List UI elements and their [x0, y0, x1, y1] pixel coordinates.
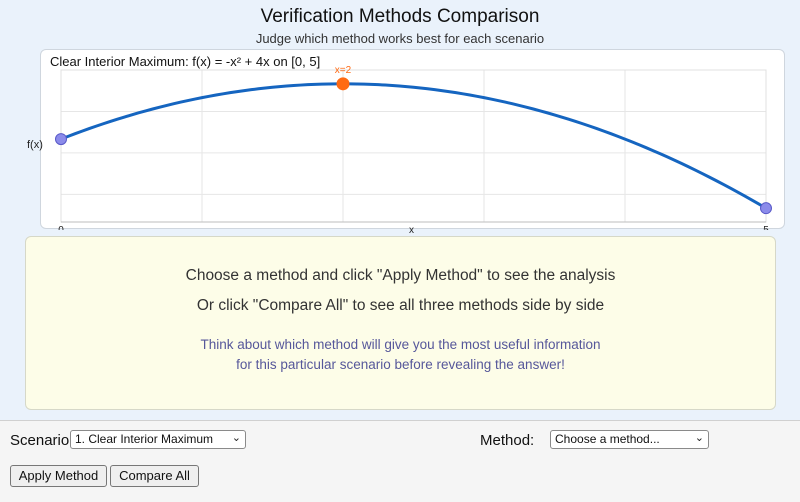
scenario-select[interactable]: 1. Clear Interior Maximum ⌄: [70, 430, 246, 449]
chevron-down-icon: ⌄: [694, 432, 704, 444]
endpoint-marker-1: [760, 202, 772, 215]
chart-grid: [61, 70, 766, 222]
hint-line-1: Think about which method will give you t…: [200, 337, 601, 352]
chevron-down-icon: ⌄: [231, 432, 241, 444]
x-tick-label-0: 0: [58, 225, 64, 230]
scenario-select-value: 1. Clear Interior Maximum: [75, 432, 214, 446]
controls-bar: Scenario 1. Clear Interior Maximum ⌄ Met…: [0, 420, 800, 502]
analysis-panel: Choose a method and click "Apply Method"…: [25, 236, 776, 410]
compare-all-button[interactable]: Compare All: [110, 465, 199, 487]
main-panel: Verification Methods Comparison Judge wh…: [0, 0, 800, 420]
chart-title: Clear Interior Maximum: f(x) = -x² + 4x …: [50, 54, 320, 69]
method-label: Method:: [480, 432, 535, 449]
scenario-label: Scenario: [10, 432, 70, 449]
critical-point-label: x=2: [335, 65, 352, 76]
instruction-line-2: Or click "Compare All" to see all three …: [196, 297, 605, 314]
x-tick-label-1: 5: [763, 225, 769, 230]
hint-line-2: for this particular scenario before reve…: [236, 357, 565, 372]
chart-axes: 05: [58, 69, 769, 230]
page-title: Verification Methods Comparison: [260, 6, 540, 27]
function-chart: 05 x=2 Clear Interior Maximum: f(x) = -x…: [50, 54, 772, 230]
page-subtitle: Judge which method works best for each s…: [255, 31, 545, 46]
series-line: [60, 82, 767, 210]
apply-method-button[interactable]: Apply Method: [10, 465, 107, 487]
y-axis-label: f(x): [27, 139, 43, 151]
endpoint-marker-0: [55, 133, 67, 146]
method-select-value: Choose a method...: [555, 432, 660, 446]
instruction-line-1: Choose a method and click "Apply Method"…: [185, 267, 616, 284]
x-axis-label: x: [409, 225, 414, 236]
method-select[interactable]: Choose a method... ⌄: [550, 430, 709, 449]
chart-card: 05 x=2 Clear Interior Maximum: f(x) = -x…: [40, 49, 785, 230]
plot-frame: [60, 69, 767, 223]
critical-point-marker: [336, 77, 350, 91]
